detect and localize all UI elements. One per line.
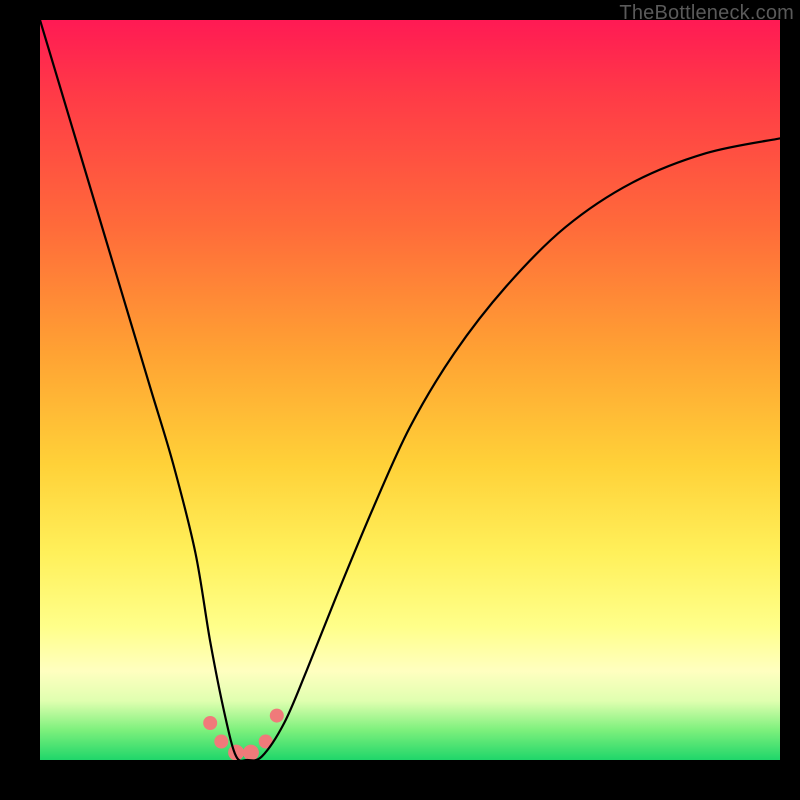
bottleneck-curve — [40, 20, 780, 760]
plot-area — [40, 20, 780, 760]
chart-svg — [40, 20, 780, 760]
chart-frame: TheBottleneck.com — [0, 0, 800, 800]
curve-marker — [214, 735, 228, 749]
curve-marker — [203, 716, 217, 730]
curve-marker — [243, 745, 259, 760]
curve-marker — [270, 709, 284, 723]
markers-group — [203, 709, 284, 760]
